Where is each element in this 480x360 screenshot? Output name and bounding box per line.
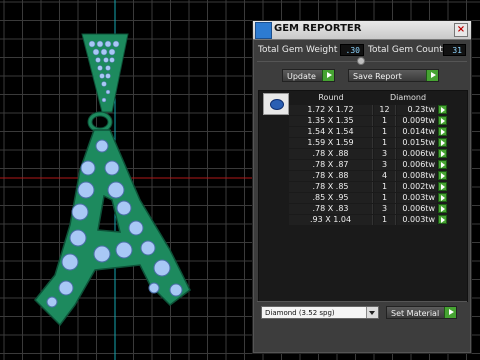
material-select[interactable]: Diamond (3.52 spg) xyxy=(261,306,379,319)
row-go-arrow-icon[interactable] xyxy=(438,182,447,191)
save-report-button-label: Save Report xyxy=(353,72,402,81)
gem-weight-cell: 0.009tw xyxy=(397,116,437,126)
gem-count-cell: 3 xyxy=(374,149,396,159)
update-button-label: Update xyxy=(287,72,316,81)
table-row[interactable]: .93 X 1.04 1 0.003tw xyxy=(289,215,465,225)
total-gem-count-value: 31 xyxy=(443,44,466,56)
table-row[interactable]: 1.54 X 1.54 1 0.014tw xyxy=(289,127,465,137)
row-go-arrow-icon[interactable] xyxy=(438,193,447,202)
table-row[interactable]: .78 X .88 3 0.006tw xyxy=(289,149,465,159)
gem-count-cell: 12 xyxy=(374,105,396,115)
material-select-value: Diamond (3.52 spg) xyxy=(265,309,335,317)
gem-count-cell: 3 xyxy=(374,204,396,214)
row-go-arrow-icon[interactable] xyxy=(438,105,447,114)
gem-weight-cell: 0.23tw xyxy=(397,105,437,115)
panel-titlebar[interactable]: GEM REPORTER × xyxy=(253,21,471,40)
gem-size-cell: .78 X .88 xyxy=(289,149,373,159)
table-row[interactable]: .78 X .88 4 0.008tw xyxy=(289,171,465,181)
gem-size-cell: .85 X .95 xyxy=(289,193,373,203)
total-gem-weight-label: Total Gem Weight xyxy=(258,45,338,55)
gem-size-cell: .78 X .83 xyxy=(289,204,373,214)
total-gem-weight-value: .30 xyxy=(340,44,364,56)
gem-size-cell: .93 X 1.04 xyxy=(289,215,373,225)
gem-weight-cell: 0.006tw xyxy=(397,204,437,214)
set-material-button-label: Set Material xyxy=(391,309,440,318)
row-go-arrow-icon[interactable] xyxy=(438,116,447,125)
table-row[interactable]: 1.35 X 1.35 1 0.009tw xyxy=(289,116,465,126)
gem-reporter-panel: GEM REPORTER × Total Gem Weight .30 Tota… xyxy=(252,20,472,354)
gem-count-cell: 1 xyxy=(374,182,396,192)
gem-weight-cell: 0.003tw xyxy=(397,215,437,225)
gem-count-cell: 4 xyxy=(374,171,396,181)
table-row[interactable]: .85 X .95 1 0.003tw xyxy=(289,193,465,203)
update-button[interactable]: Update xyxy=(282,69,335,82)
chevron-down-icon xyxy=(366,307,378,318)
set-material-button[interactable]: Set Material xyxy=(386,306,457,319)
gem-weight-cell: 0.006tw xyxy=(397,149,437,159)
collapse-handle[interactable] xyxy=(357,57,365,65)
letter-a-body xyxy=(33,129,191,327)
gem-weight-cell: 0.006tw xyxy=(397,160,437,170)
close-icon[interactable]: × xyxy=(454,23,468,37)
row-go-arrow-icon[interactable] xyxy=(438,171,447,180)
gem-weight-cell: 0.015tw xyxy=(397,138,437,148)
table-row[interactable]: .78 X .85 1 0.002tw xyxy=(289,182,465,192)
gem-count-cell: 1 xyxy=(374,215,396,225)
gem-size-cell: 1.54 X 1.54 xyxy=(289,127,373,137)
gem-size-cell: 1.59 X 1.59 xyxy=(289,138,373,148)
pendant-model[interactable] xyxy=(33,33,191,327)
gem-count-cell: 1 xyxy=(374,138,396,148)
gem-count-cell: 3 xyxy=(374,160,396,170)
row-go-arrow-icon[interactable] xyxy=(438,138,447,147)
diamond-thumbnail-icon[interactable] xyxy=(263,93,289,115)
row-go-arrow-icon[interactable] xyxy=(438,149,447,158)
go-arrow-icon xyxy=(322,70,334,81)
column-header-material: Diamond xyxy=(389,93,427,102)
app-icon xyxy=(255,22,272,39)
row-go-arrow-icon[interactable] xyxy=(438,215,447,224)
panel-title: GEM REPORTER xyxy=(274,23,362,34)
total-gem-count-label: Total Gem Count xyxy=(368,45,443,55)
gem-count-cell: 1 xyxy=(374,116,396,126)
column-header-shape: Round xyxy=(318,93,344,102)
row-go-arrow-icon[interactable] xyxy=(438,127,447,136)
gem-size-cell: .78 X .88 xyxy=(289,171,373,181)
row-go-arrow-icon[interactable] xyxy=(438,160,447,169)
gem-count-cell: 1 xyxy=(374,127,396,137)
table-row[interactable]: .78 X .87 3 0.006tw xyxy=(289,160,465,170)
row-go-arrow-icon[interactable] xyxy=(438,204,447,213)
table-row[interactable]: 1.59 X 1.59 1 0.015tw xyxy=(289,138,465,148)
gem-weight-cell: 0.008tw xyxy=(397,171,437,181)
gem-size-cell: .78 X .85 xyxy=(289,182,373,192)
gem-count-cell: 1 xyxy=(374,193,396,203)
gem-size-cell: 1.72 X 1.72 xyxy=(289,105,373,115)
save-report-button[interactable]: Save Report xyxy=(348,69,439,82)
gem-weight-cell: 0.014tw xyxy=(397,127,437,137)
gem-weight-cell: 0.002tw xyxy=(397,182,437,192)
go-arrow-icon xyxy=(444,307,456,318)
divider xyxy=(257,301,467,302)
gem-table: Round Diamond 1.72 X 1.72 12 0.23tw 1.35 X … xyxy=(258,90,468,302)
table-row[interactable]: 1.72 X 1.72 12 0.23tw xyxy=(289,105,465,115)
gem-size-cell: .78 X .87 xyxy=(289,160,373,170)
gem-weight-cell: 0.003tw xyxy=(397,193,437,203)
go-arrow-icon xyxy=(426,70,438,81)
table-row[interactable]: .78 X .83 3 0.006tw xyxy=(289,204,465,214)
gem-size-cell: 1.35 X 1.35 xyxy=(289,116,373,126)
